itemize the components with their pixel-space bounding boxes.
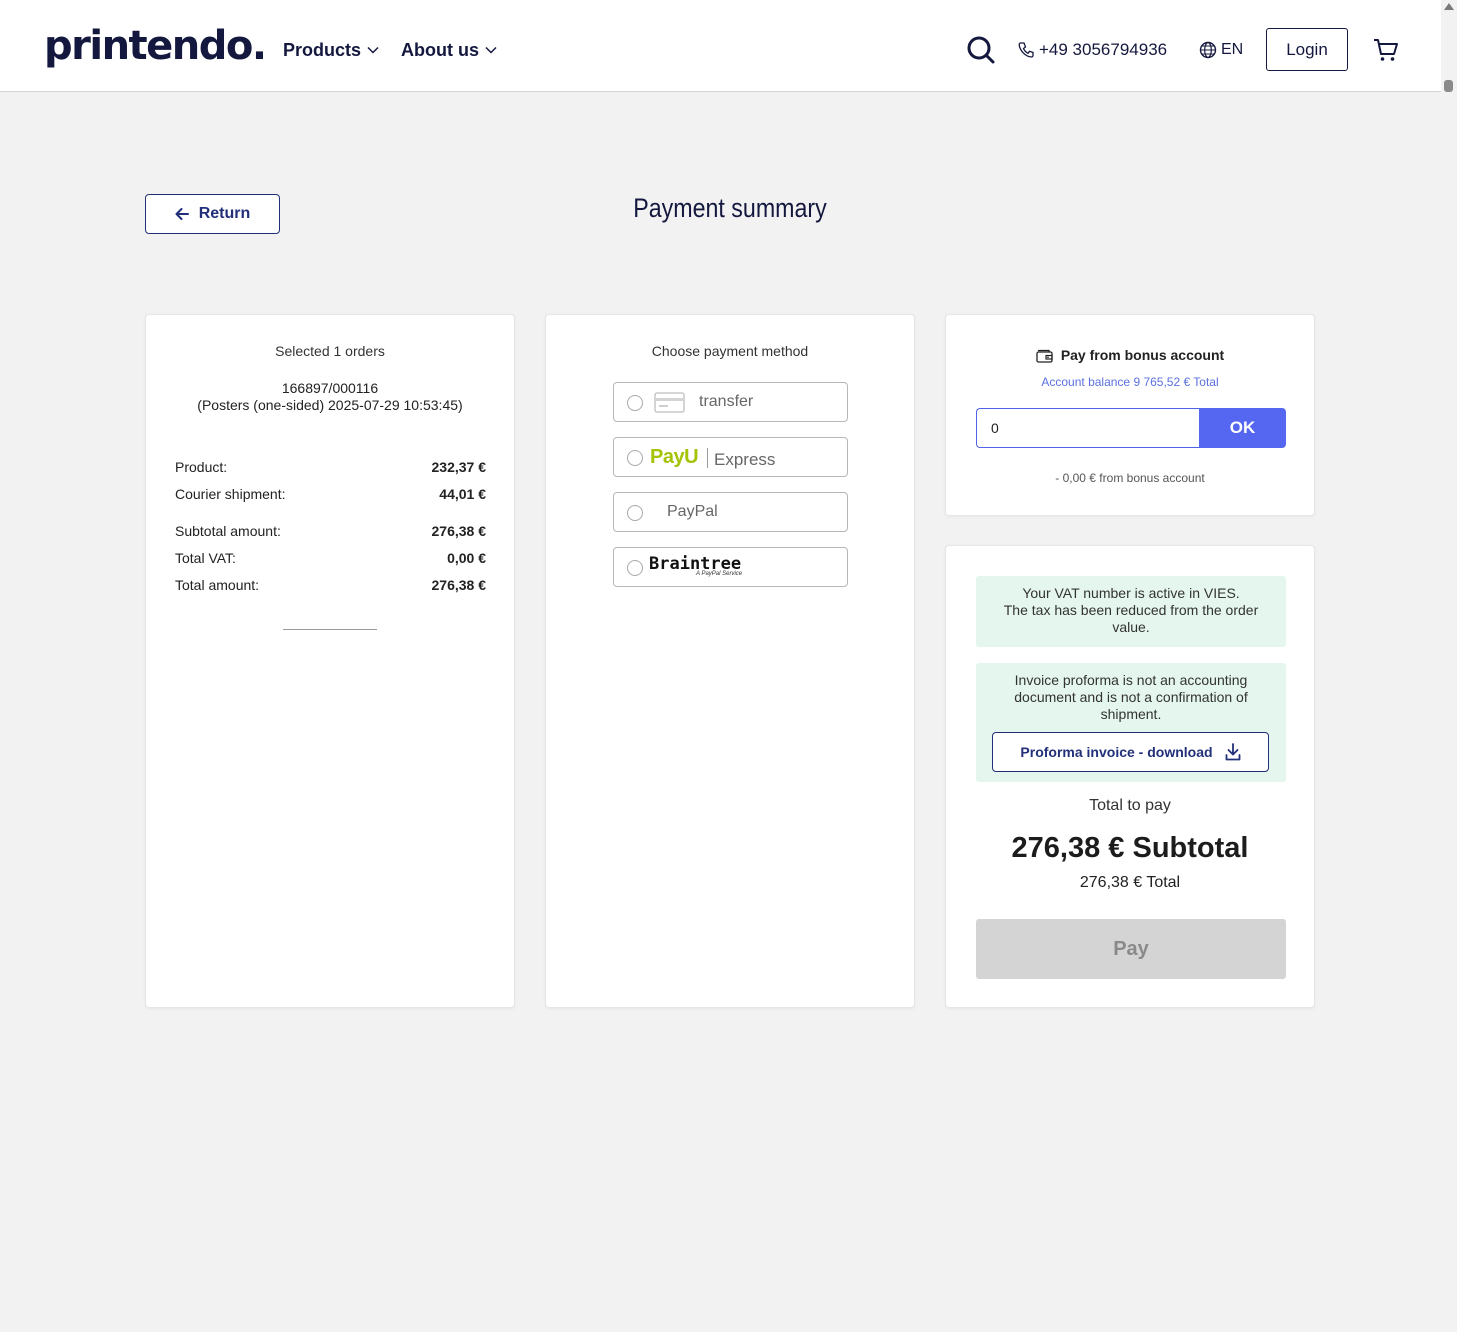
payu-logo: PayU <box>650 446 699 468</box>
payment-option-braintree[interactable]: Braintree A PayPal Service <box>613 547 848 587</box>
row-value: 276,38 € <box>431 523 487 539</box>
phone-icon <box>1018 42 1034 58</box>
row-label: Total VAT: <box>175 550 236 566</box>
radio-button[interactable] <box>627 450 643 466</box>
total-subtotal-amount: 276,38 € Subtotal <box>1011 832 1249 864</box>
proforma-download-button[interactable]: Proforma invoice - download <box>992 732 1269 772</box>
summary-divider <box>283 629 377 630</box>
arrow-left-icon <box>175 208 189 220</box>
payment-label-transfer: transfer <box>699 393 754 410</box>
vat-notice-line2: The tax has been reduced from the order … <box>1003 602 1259 635</box>
row-value: 232,37 € <box>431 459 487 475</box>
logo[interactable]: printendo. <box>44 24 267 68</box>
bonus-balance: Account balance 9 765,52 € Total <box>1041 375 1219 389</box>
site-header: printendo. Products About us +49 3056794… <box>0 0 1441 92</box>
payment-methods-heading: Choose payment method <box>651 343 809 359</box>
braintree-subtext: A PayPal Service <box>696 571 743 577</box>
selected-orders-heading: Selected 1 orders <box>275 343 385 359</box>
payu-separator <box>707 448 708 468</box>
order-description: (Posters (one-sided) 2025-07-29 10:53:45… <box>197 397 463 413</box>
summary-row-subtotal: Subtotal amount: 276,38 € <box>175 523 486 539</box>
summary-row-shipment: Courier shipment: 44,01 € <box>175 486 486 502</box>
bonus-heading-label: Pay from bonus account <box>1060 347 1225 363</box>
payment-methods-card: Choose payment method transfer PayU Expr… <box>545 314 915 1008</box>
payment-label-payu: Express <box>714 450 776 469</box>
nav-about[interactable]: About us <box>401 38 497 62</box>
order-summary-card: Selected 1 orders 166897/000116 (Posters… <box>145 314 515 1008</box>
bonus-deduction-note: - 0,00 € from bonus account <box>1055 471 1205 485</box>
payment-label-paypal: PayPal <box>667 503 718 520</box>
globe-icon <box>1199 41 1217 59</box>
bonus-amount-input[interactable] <box>976 408 1201 448</box>
summary-row-total: Total amount: 276,38 € <box>175 577 486 593</box>
nav-products[interactable]: Products <box>283 38 379 62</box>
login-button[interactable]: Login <box>1266 28 1348 71</box>
radio-button[interactable] <box>627 505 643 521</box>
radio-button[interactable] <box>627 395 643 411</box>
pay-button[interactable]: Pay <box>976 919 1286 979</box>
row-value: 276,38 € <box>431 577 487 593</box>
row-value: 0,00 € <box>447 550 486 566</box>
phone-number: +49 3056794936 <box>1039 40 1168 59</box>
chevron-down-icon <box>367 46 379 54</box>
row-label: Product: <box>175 459 228 475</box>
proforma-download-label: Proforma invoice - download <box>1020 744 1213 760</box>
proforma-notice-text: Invoice proforma is not an accounting do… <box>1014 672 1248 722</box>
vat-notice: Your VAT number is active in VIES. The t… <box>976 576 1286 647</box>
language-selector[interactable]: EN <box>1199 38 1243 62</box>
payment-option-paypal[interactable]: PayPal <box>613 492 848 532</box>
return-button[interactable]: Return <box>145 194 280 234</box>
language-label: EN <box>1221 41 1244 58</box>
radio-button[interactable] <box>627 560 643 576</box>
vat-notice-line1: Your VAT number is active in VIES. <box>1022 585 1240 601</box>
total-amount: 276,38 € Total <box>1079 874 1181 891</box>
proforma-notice: Invoice proforma is not an accounting do… <box>976 663 1286 782</box>
nav-products-label: Products <box>283 40 362 60</box>
bonus-account-card: Pay from bonus account Account balance 9… <box>945 314 1315 516</box>
search-icon[interactable] <box>966 35 996 65</box>
card-icon <box>654 392 685 413</box>
summary-row-product: Product: 232,37 € <box>175 459 486 475</box>
cart-icon[interactable] <box>1373 37 1399 63</box>
bonus-heading: Pay from bonus account <box>946 347 1314 363</box>
summary-row-vat: Total VAT: 0,00 € <box>175 550 486 566</box>
page-scrollbar[interactable] <box>1441 0 1457 1332</box>
return-label: Return <box>198 205 251 222</box>
payment-option-transfer[interactable]: transfer <box>613 382 848 422</box>
row-label: Subtotal amount: <box>175 523 281 539</box>
nav-about-label: About us <box>401 40 479 60</box>
row-label: Total amount: <box>175 577 260 593</box>
scroll-up-arrow[interactable] <box>1444 3 1454 10</box>
row-value: 44,01 € <box>439 486 486 502</box>
bonus-ok-button[interactable]: OK <box>1199 408 1286 448</box>
scroll-thumb[interactable] <box>1444 80 1453 92</box>
order-id: 166897/000116 <box>281 380 379 396</box>
wallet-icon <box>1036 349 1053 363</box>
total-to-pay-label: Total to pay <box>1089 797 1171 814</box>
row-label: Courier shipment: <box>175 486 286 502</box>
total-card: Your VAT number is active in VIES. The t… <box>945 545 1315 1008</box>
chevron-down-icon <box>485 46 497 54</box>
page-title: Payment summary <box>633 193 827 223</box>
payment-option-payu[interactable]: PayU Express <box>613 437 848 477</box>
download-icon <box>1225 743 1240 761</box>
phone-link[interactable]: +49 3056794936 <box>1017 38 1167 62</box>
